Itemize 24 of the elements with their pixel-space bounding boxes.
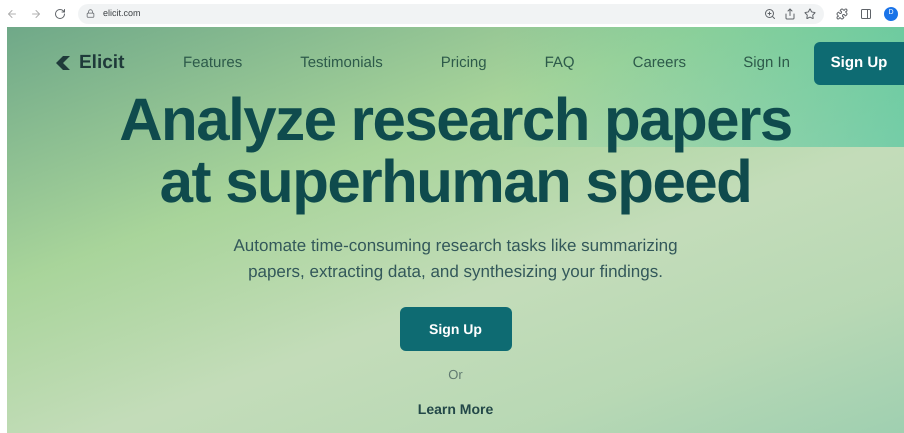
bookmark-star-icon[interactable]: [804, 8, 816, 20]
nav-link[interactable]: Careers: [632, 52, 686, 74]
sign-in-link[interactable]: Sign In: [743, 52, 790, 74]
url-text: elicit.com: [103, 6, 141, 20]
learn-more-link[interactable]: Learn More: [418, 398, 494, 420]
nav-link[interactable]: FAQ: [544, 52, 575, 74]
subtitle: Automate time-consuming research tasks like summarizing: [233, 235, 678, 257]
share-icon[interactable]: [784, 8, 796, 20]
hero-sign-up-button[interactable]: Sign Up: [400, 307, 512, 351]
headline: at superhuman speed: [160, 151, 752, 213]
extensions-icon[interactable]: [836, 8, 848, 20]
reload-icon[interactable]: [54, 8, 66, 20]
nav-link[interactable]: Testimonials: [300, 52, 383, 74]
zoom-icon[interactable]: [764, 8, 776, 20]
address-bar[interactable]: elicit.com: [78, 4, 824, 24]
headline: Analyze research papers: [119, 89, 792, 151]
side-panel-icon[interactable]: [860, 8, 872, 20]
nav-link[interactable]: Features: [183, 52, 242, 74]
brand-name[interactable]: Elicit: [79, 48, 124, 78]
lock-icon: [86, 9, 95, 18]
or-text: Or: [448, 366, 463, 384]
nav-link[interactable]: Pricing: [440, 52, 487, 74]
subtitle: papers, extracting data, and synthesizing your findings.: [248, 261, 663, 283]
sign-up-button[interactable]: Sign Up: [814, 42, 904, 84]
